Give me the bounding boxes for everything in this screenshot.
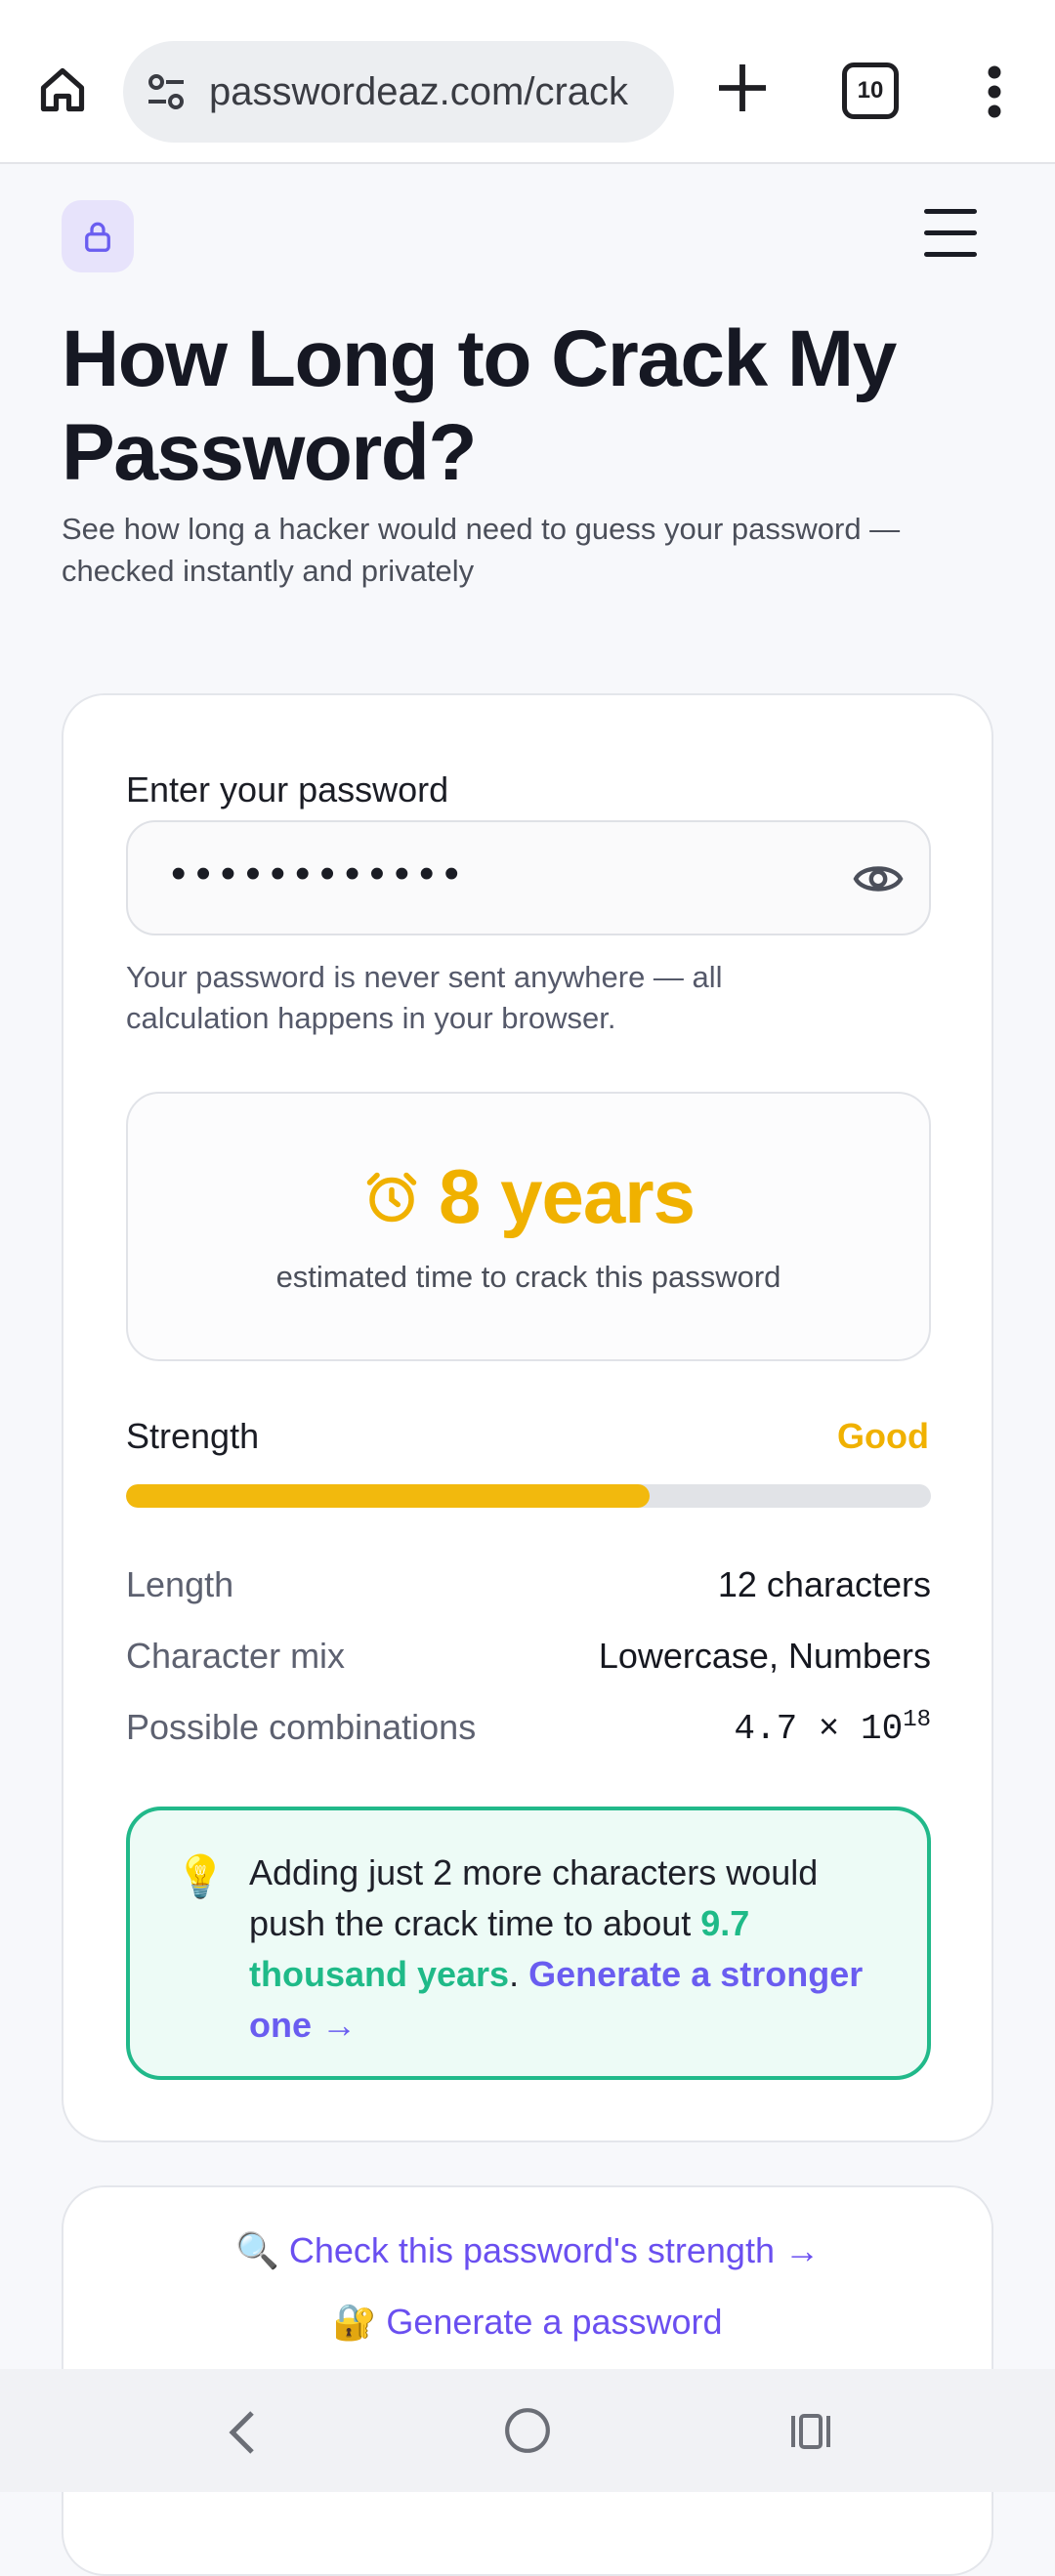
page-subtitle: See how long a hacker would need to gues… [62, 512, 901, 588]
strength-meter [126, 1484, 931, 1508]
stat-length: Length 12 characters [126, 1564, 931, 1611]
stat-value: Lowercase, Numbers [598, 1636, 931, 1676]
hamburger-menu-icon[interactable] [924, 209, 979, 258]
crack-time-result: 8 years estimated time to crack this pas… [126, 1092, 931, 1361]
crack-time-card: Enter your password •••••••••••• Your pa… [62, 693, 993, 2142]
stat-key: Possible combinations [126, 1707, 477, 1747]
back-icon[interactable] [225, 2408, 260, 2457]
generate-password-link[interactable]: 🔐 Generate a password [63, 2302, 992, 2343]
page-title: How Long to Crack My Password? [62, 314, 897, 497]
browser-toolbar: passwordeaz.com/crack 10 [0, 0, 1055, 164]
alarm-clock-icon [366, 1172, 417, 1222]
password-value[interactable]: •••••••••••• [171, 850, 469, 898]
strength-meter-fill [126, 1484, 650, 1508]
combinations-base: 4.7 × 10 [734, 1709, 904, 1749]
more-options-icon[interactable] [981, 62, 1008, 121]
new-tab-icon[interactable] [711, 57, 774, 119]
stat-value: 12 characters [717, 1564, 931, 1604]
password-input[interactable]: •••••••••••• [126, 820, 931, 935]
stat-key: Length [126, 1564, 234, 1604]
recent-apps-icon[interactable] [787, 2408, 834, 2455]
crack-time-caption: estimated time to crack this password [275, 1260, 781, 1294]
tip-text-after: . [509, 1954, 529, 1994]
check-strength-link[interactable]: 🔍 Check this password's strength → [63, 2230, 992, 2271]
privacy-note: Your password is never sent anywhere — a… [126, 960, 723, 1035]
stat-key: Character mix [126, 1636, 346, 1676]
show-password-eye-icon[interactable] [853, 859, 904, 898]
url-text[interactable]: passwordeaz.com/crack [209, 70, 628, 114]
check-strength-label[interactable]: Check this password's strength → [289, 2230, 820, 2270]
lightbulb-icon: 💡 [175, 1853, 227, 1899]
strength-label: Strength [126, 1416, 260, 1456]
magnifier-icon: 🔍 [235, 2230, 279, 2270]
site-logo[interactable] [62, 200, 134, 272]
stat-combinations: Possible combinations 4.7 × 1018 [126, 1707, 931, 1754]
tab-switcher-button[interactable]: 10 [842, 62, 899, 119]
strength-value: Good [837, 1416, 929, 1456]
combinations-exponent: 18 [903, 1707, 931, 1733]
tab-count: 10 [857, 77, 884, 104]
lock-icon [85, 222, 110, 252]
stat-character-mix: Character mix Lowercase, Numbers [126, 1636, 931, 1683]
home-circle-icon[interactable] [503, 2406, 552, 2455]
password-label: Enter your password [126, 769, 449, 810]
stat-value: 4.7 × 1018 [734, 1707, 931, 1749]
site-header [0, 166, 1055, 311]
generate-password-label[interactable]: Generate a password [386, 2302, 722, 2342]
tip-text: Adding just 2 more characters would push… [249, 1848, 894, 2051]
crack-time-value: 8 years [439, 1153, 696, 1239]
lock-key-icon: 🔐 [332, 2302, 377, 2342]
address-bar[interactable]: passwordeaz.com/crack [123, 41, 674, 143]
home-icon[interactable] [29, 61, 96, 119]
improvement-tip: 💡 Adding just 2 more characters would pu… [126, 1807, 931, 2080]
site-settings-icon[interactable] [143, 68, 190, 115]
system-navigation-bar [0, 2369, 1055, 2492]
